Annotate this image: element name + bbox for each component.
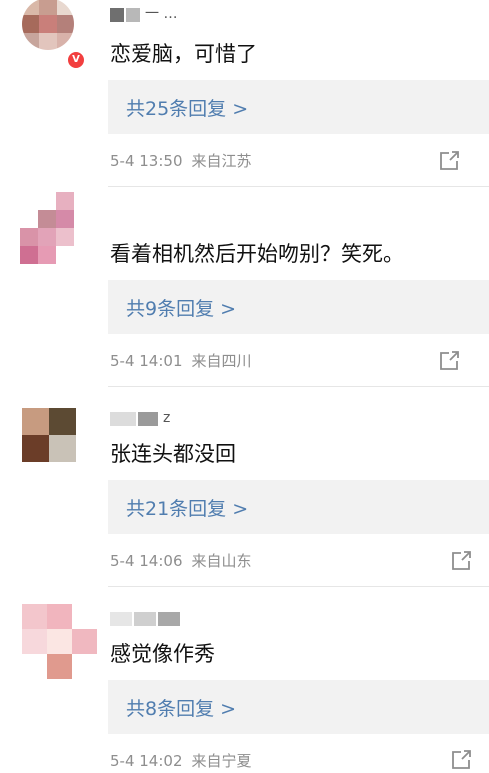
username[interactable]: [110, 604, 185, 626]
view-replies-button[interactable]: 共9条回复 >: [108, 280, 489, 334]
timestamp: 5-4 14:06: [110, 552, 183, 570]
comment-text: 恋爱脑，可惜了: [110, 42, 257, 66]
view-replies-button[interactable]: 共21条回复 >: [108, 480, 489, 534]
location: 来自宁夏: [191, 752, 252, 770]
location: 来自山东: [191, 552, 252, 570]
timestamp: 5-4 13:50: [110, 152, 183, 170]
verified-badge-icon: V: [66, 50, 86, 70]
replies-count: 共8条回复 >: [126, 697, 237, 720]
username-text: 一 …: [145, 6, 178, 22]
view-replies-button[interactable]: 共25条回复 >: [108, 80, 489, 134]
share-external-icon[interactable]: [450, 550, 472, 572]
username[interactable]: 一 …: [110, 0, 177, 22]
share-external-icon[interactable]: [450, 749, 472, 771]
timestamp: 5-4 14:01: [110, 352, 183, 370]
location: 来自江苏: [191, 152, 252, 170]
username[interactable]: [110, 200, 113, 222]
share-external-icon[interactable]: [438, 350, 460, 372]
timestamp: 5-4 14:02: [110, 752, 183, 770]
comment-text: 看着相机然后开始吻别？笑死。: [110, 242, 404, 266]
comment-meta: 5-4 14:06 来自山东: [110, 551, 252, 571]
view-replies-button[interactable]: 共8条回复 >: [108, 680, 489, 734]
share-external-icon[interactable]: [438, 150, 460, 172]
comment-text: 感觉像作秀: [110, 642, 215, 666]
comment-meta: 5-4 14:01 来自四川: [110, 351, 252, 371]
avatar[interactable]: [22, 0, 74, 50]
avatar[interactable]: [22, 604, 98, 680]
replies-count: 共21条回复 >: [126, 497, 249, 520]
username-text: z: [163, 410, 171, 426]
avatar[interactable]: [22, 408, 76, 462]
avatar[interactable]: [20, 192, 96, 268]
location: 来自四川: [191, 352, 252, 370]
comment-text: 张连头都没回: [110, 442, 236, 466]
comment-meta: 5-4 14:02 来自宁夏: [110, 751, 252, 771]
divider: [108, 186, 489, 187]
divider: [108, 386, 489, 387]
username[interactable]: z: [110, 404, 170, 426]
replies-count: 共9条回复 >: [126, 297, 237, 320]
replies-count: 共25条回复 >: [126, 97, 249, 120]
comment-meta: 5-4 13:50 来自江苏: [110, 151, 252, 171]
divider: [108, 586, 489, 587]
